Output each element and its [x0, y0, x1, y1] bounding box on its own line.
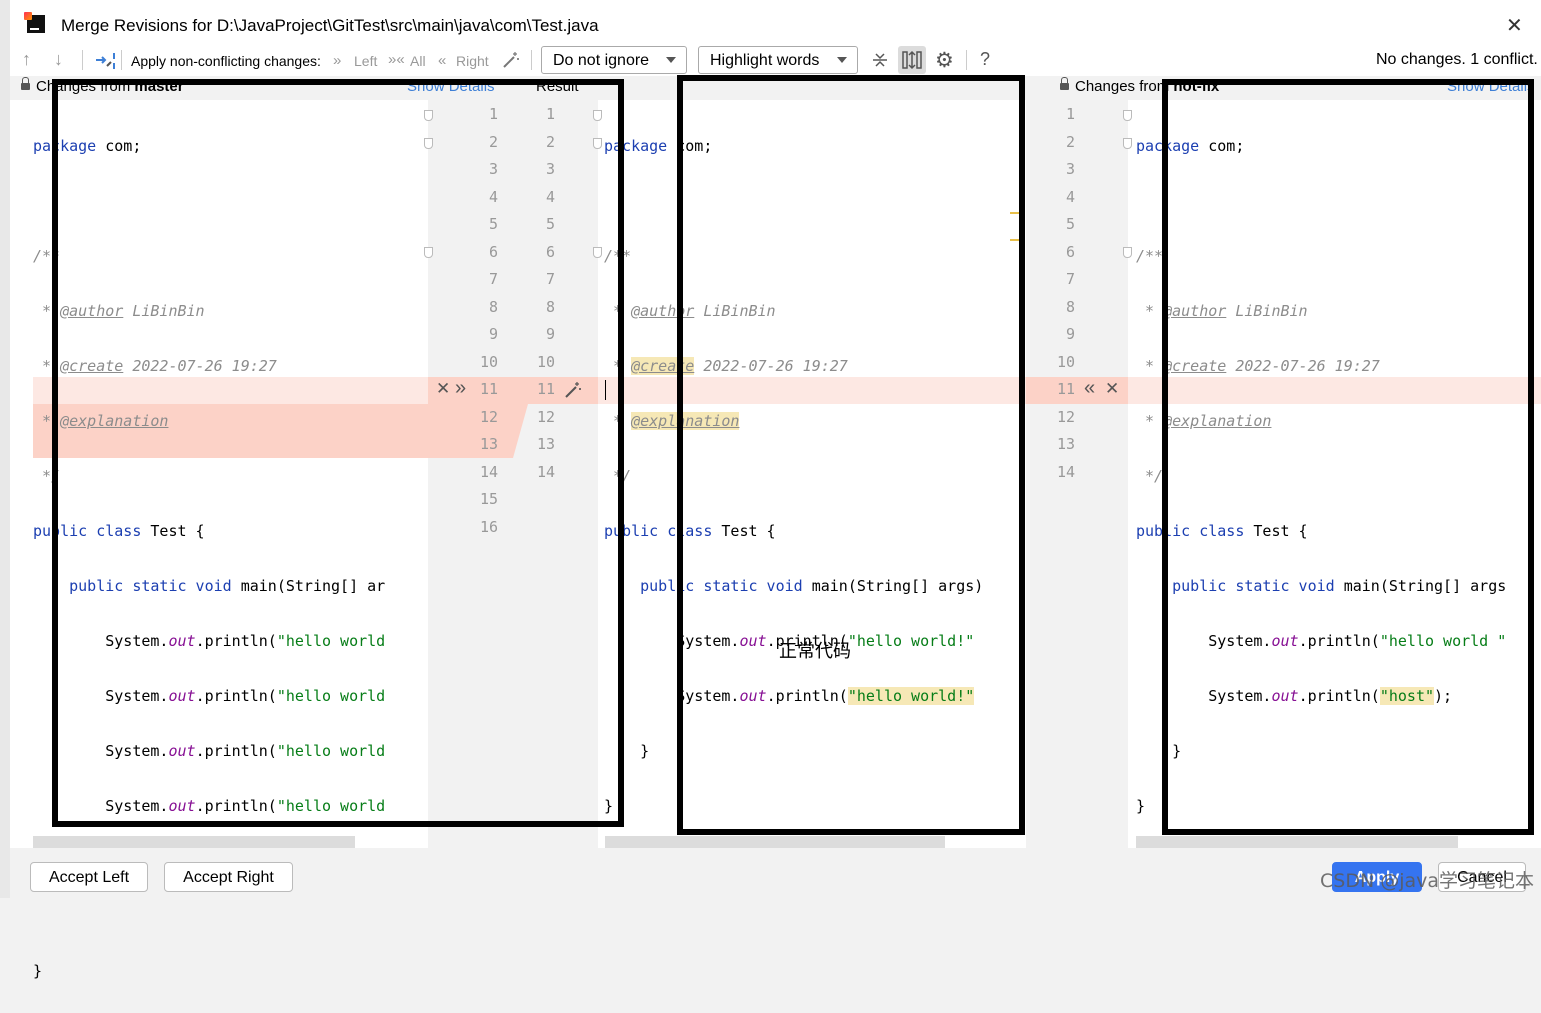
line-number: 7 — [1065, 270, 1075, 288]
resolve-conflicts-icon[interactable] — [93, 49, 117, 71]
accept-right-button[interactable]: Accept Right — [164, 862, 293, 892]
line-number: 6 — [1065, 242, 1075, 261]
close-icon[interactable]: ✕ — [1506, 13, 1523, 38]
apply-all-button[interactable]: All — [410, 53, 426, 69]
code-token: } — [640, 741, 650, 760]
accept-left-button[interactable]: Accept Left — [30, 862, 148, 892]
fold-marker-icon[interactable] — [1123, 247, 1132, 258]
line-number: 3 — [1065, 160, 1075, 178]
line-number: 1 — [1065, 105, 1075, 123]
apply-all-icon[interactable]: »« — [388, 51, 405, 68]
apply-right-icon[interactable]: « — [438, 52, 446, 69]
apply-right-button[interactable]: Right — [456, 53, 489, 69]
line-number: 12 — [1056, 407, 1075, 426]
apply-left-icon[interactable]: » — [333, 52, 341, 69]
collapse-unchanged-icon[interactable] — [870, 50, 890, 70]
line-number: 10 — [1056, 352, 1075, 371]
line-number: 4 — [1065, 187, 1075, 206]
previous-difference-icon[interactable]: ↑ — [22, 49, 31, 70]
help-icon[interactable]: ? — [980, 49, 990, 70]
merge-status-text: No changes. 1 conflict. — [1376, 51, 1538, 68]
ignore-whitespace-combo[interactable]: Do not ignore — [541, 46, 687, 74]
highlight-mode-value: Highlight words — [710, 52, 820, 69]
toolbar-divider-2 — [121, 50, 122, 70]
right-header-prefix: Changes from — [1075, 78, 1174, 95]
fold-marker-icon[interactable] — [1123, 138, 1132, 149]
intellij-logo-accent-icon — [24, 12, 32, 20]
code-token: * — [1136, 411, 1164, 430]
line-number: 5 — [1065, 215, 1075, 233]
fold-marker-icon[interactable] — [1123, 110, 1132, 121]
line-number: 14 — [1056, 462, 1075, 481]
apply-left-button[interactable]: Left — [354, 53, 377, 69]
left-horizontal-scrollbar[interactable] — [33, 836, 355, 848]
sync-scroll-icon — [902, 50, 922, 70]
chevron-down-icon — [837, 57, 847, 63]
lock-icon — [21, 77, 30, 90]
code-line: } — [33, 961, 43, 980]
toolbar-divider-4 — [966, 50, 967, 70]
line-number: 11 — [1056, 380, 1075, 398]
code-token: * — [1136, 301, 1164, 320]
line-number: 13 — [1056, 435, 1075, 453]
apply-non-conflicting-label: Apply non-conflicting changes: — [131, 53, 321, 69]
line-number: 9 — [1065, 325, 1075, 343]
magic-resolve-icon[interactable] — [501, 50, 521, 70]
highlight-mode-combo[interactable]: Highlight words — [698, 46, 858, 74]
chevron-down-icon — [666, 57, 676, 63]
annotation-box-left — [52, 79, 624, 827]
accept-right-change-icon[interactable]: « — [1084, 377, 1095, 400]
lock-icon — [1060, 77, 1069, 90]
csdn-watermark: CSDN @java学习笔记本 — [1320, 870, 1535, 892]
annotation-box-result — [677, 75, 1025, 835]
right-horizontal-scrollbar[interactable] — [1136, 836, 1458, 848]
annotation-box-right — [1162, 79, 1534, 835]
result-horizontal-scrollbar[interactable] — [605, 836, 945, 848]
line-number: 8 — [1065, 297, 1075, 316]
line-number: 2 — [1065, 132, 1075, 151]
next-difference-icon[interactable]: ↓ — [54, 49, 63, 70]
background-ide-strip — [0, 0, 10, 898]
annotation-label: 正常代码 — [779, 641, 851, 662]
window-title: Merge Revisions for D:\JavaProject\GitTe… — [61, 16, 599, 35]
toolbar-divider-3 — [531, 50, 532, 70]
right-merge-gutter — [1026, 100, 1128, 848]
sync-scroll-toggle[interactable] — [898, 46, 926, 74]
gear-icon[interactable]: ⚙ — [935, 48, 954, 73]
ignore-whitespace-value: Do not ignore — [553, 52, 650, 69]
ignore-right-change-icon[interactable]: ✕ — [1105, 379, 1119, 399]
code-token: * — [1136, 356, 1164, 375]
toolbar-divider — [82, 50, 83, 70]
